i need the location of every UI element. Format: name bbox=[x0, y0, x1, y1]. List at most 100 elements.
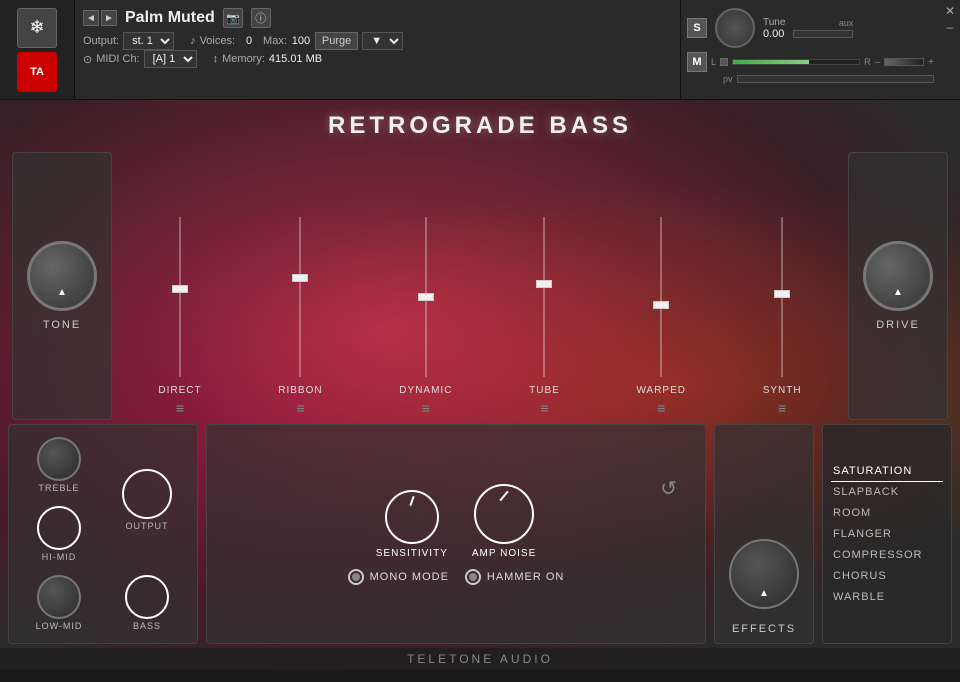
fx-chorus[interactable]: CHORUS bbox=[831, 566, 943, 587]
treble-knob[interactable] bbox=[37, 437, 81, 481]
tube-slider[interactable] bbox=[543, 217, 545, 377]
controls-row-1: Output: st. 1 ♪ Voices: 0 Max: 100 Purge… bbox=[83, 32, 672, 50]
warped-slider-thumb[interactable] bbox=[653, 301, 669, 309]
eq-panel: TREBLE HI-MID OUTPUT LOW-MID BASS bbox=[8, 424, 198, 644]
drive-panel: DRIVE bbox=[848, 152, 948, 420]
tr-row3: pv bbox=[687, 74, 934, 84]
amp-noise-knob[interactable] bbox=[474, 484, 534, 544]
voices-value: 0 bbox=[239, 35, 259, 47]
max-label: Max: bbox=[263, 35, 287, 47]
direct-slider-thumb[interactable] bbox=[172, 285, 188, 293]
aux-label: aux bbox=[839, 18, 854, 28]
tone-panel: TONE bbox=[12, 152, 112, 420]
slider-group-dynamic: DYNAMIC ≡ bbox=[399, 217, 452, 416]
plus-button[interactable]: + bbox=[928, 57, 934, 68]
fx-slapback[interactable]: SLAPBACK bbox=[831, 482, 943, 503]
hammer-on-circle[interactable] bbox=[465, 569, 481, 585]
midi-select[interactable]: [A] 1 bbox=[144, 50, 197, 68]
output-select[interactable]: st. 1 bbox=[123, 32, 174, 50]
mono-mode-radio[interactable]: MONO MODE bbox=[348, 569, 449, 585]
purge-select[interactable]: ▼ bbox=[362, 32, 403, 50]
sliders-area: DIRECT ≡ RIBBON ≡ bbox=[116, 148, 844, 424]
sliders-row: DIRECT ≡ RIBBON ≡ bbox=[120, 148, 840, 424]
minimize-button[interactable]: – bbox=[947, 20, 954, 34]
fx-saturation[interactable]: SATURATION bbox=[831, 461, 943, 482]
output-cell: OUTPUT bbox=[105, 469, 189, 531]
level-bar bbox=[884, 58, 924, 66]
output-knob[interactable] bbox=[122, 469, 172, 519]
instrument-content: RETROGRADE BASS TONE DIRECT ≡ bbox=[0, 100, 960, 670]
ribbon-slider-thumb[interactable] bbox=[292, 274, 308, 282]
dynamic-label: DYNAMIC bbox=[399, 385, 452, 396]
ribbon-slider[interactable] bbox=[299, 217, 301, 377]
snowflake-button[interactable]: ❄ bbox=[17, 8, 57, 48]
mid-content: ↺ SENSITIVITY AMP NOISE bbox=[219, 484, 693, 585]
level-left-indicator[interactable] bbox=[720, 58, 728, 66]
minus-button[interactable]: – bbox=[875, 57, 881, 68]
tube-menu-icon[interactable]: ≡ bbox=[540, 400, 548, 416]
fx-compressor[interactable]: COMPRESSOR bbox=[831, 545, 943, 566]
low-mid-label: LOW-MID bbox=[36, 621, 83, 631]
tune-label: Tune bbox=[763, 17, 785, 28]
sensitivity-label: SENSITIVITY bbox=[376, 548, 448, 559]
midi-label: MIDI Ch: bbox=[96, 53, 139, 65]
sensitivity-knob[interactable] bbox=[385, 490, 439, 544]
footer-label: TELETONE AUDIO bbox=[407, 652, 553, 666]
sensitivity-cell: SENSITIVITY bbox=[376, 490, 448, 559]
tune-info: Tune 0.00 bbox=[763, 17, 785, 40]
slider-group-ribbon: RIBBON ≡ bbox=[278, 217, 322, 416]
synth-slider[interactable] bbox=[781, 217, 783, 377]
bass-cell: BASS bbox=[105, 575, 189, 631]
reset-button[interactable]: ↺ bbox=[660, 476, 677, 501]
ribbon-menu-icon[interactable]: ≡ bbox=[296, 400, 304, 416]
info-button[interactable]: ⓘ bbox=[251, 8, 271, 28]
nav-prev-button[interactable]: ◄ bbox=[83, 10, 99, 26]
drive-knob[interactable] bbox=[863, 241, 933, 311]
tube-slider-thumb[interactable] bbox=[536, 280, 552, 288]
fx-flanger[interactable]: FLANGER bbox=[831, 524, 943, 545]
dynamic-slider[interactable] bbox=[425, 217, 427, 377]
top-right-inner: S Tune 0.00 aux M L bbox=[685, 4, 936, 86]
level-left-label: L bbox=[711, 57, 716, 67]
dynamic-menu-icon[interactable]: ≡ bbox=[422, 400, 430, 416]
fx-room[interactable]: ROOM bbox=[831, 503, 943, 524]
nav-next-button[interactable]: ► bbox=[101, 10, 117, 26]
footer: TELETONE AUDIO bbox=[0, 648, 960, 670]
tone-knob[interactable] bbox=[27, 241, 97, 311]
close-button[interactable]: ✕ bbox=[945, 4, 955, 18]
top-center-panel: ◄ ► Palm Muted 📷 ⓘ Output: st. 1 ♪ Voice… bbox=[75, 0, 680, 99]
effects-label: EFFECTS bbox=[732, 623, 796, 635]
hammer-on-radio[interactable]: HAMMER ON bbox=[465, 569, 564, 585]
low-mid-cell: LOW-MID bbox=[17, 575, 101, 631]
memory-label: Memory: bbox=[222, 53, 265, 65]
slider-group-warped: WARPED ≡ bbox=[636, 217, 686, 416]
synth-slider-thumb[interactable] bbox=[774, 290, 790, 298]
tune-knob[interactable] bbox=[715, 8, 755, 48]
effects-knob[interactable] bbox=[729, 539, 799, 609]
direct-slider[interactable] bbox=[179, 217, 181, 377]
warped-menu-icon[interactable]: ≡ bbox=[657, 400, 665, 416]
mono-mode-label: MONO MODE bbox=[370, 571, 449, 583]
purge-button[interactable]: Purge bbox=[315, 32, 358, 50]
camera-button[interactable]: 📷 bbox=[223, 8, 243, 28]
slider-group-tube: TUBE ≡ bbox=[529, 217, 560, 416]
synth-menu-icon[interactable]: ≡ bbox=[778, 400, 786, 416]
hi-mid-cell: HI-MID bbox=[17, 506, 101, 562]
s-button[interactable]: S bbox=[687, 18, 707, 38]
instrument-area: RETROGRADE BASS TONE DIRECT ≡ bbox=[0, 100, 960, 670]
fx-list-panel: SATURATION SLAPBACK ROOM FLANGER COMPRES… bbox=[822, 424, 952, 644]
top-right-panel: S Tune 0.00 aux M L bbox=[680, 0, 940, 99]
fx-warble[interactable]: WARBLE bbox=[831, 587, 943, 608]
warped-slider[interactable] bbox=[660, 217, 662, 377]
drive-label: DRIVE bbox=[876, 319, 920, 331]
m-button[interactable]: M bbox=[687, 52, 707, 72]
bass-knob[interactable] bbox=[125, 575, 169, 619]
hi-mid-label: HI-MID bbox=[42, 552, 77, 562]
ribbon-label: RIBBON bbox=[278, 385, 322, 396]
aux-bar bbox=[793, 30, 853, 38]
hi-mid-knob[interactable] bbox=[37, 506, 81, 550]
dynamic-slider-thumb[interactable] bbox=[418, 293, 434, 301]
low-mid-knob[interactable] bbox=[37, 575, 81, 619]
mono-mode-circle[interactable] bbox=[348, 569, 364, 585]
direct-menu-icon[interactable]: ≡ bbox=[176, 400, 184, 416]
